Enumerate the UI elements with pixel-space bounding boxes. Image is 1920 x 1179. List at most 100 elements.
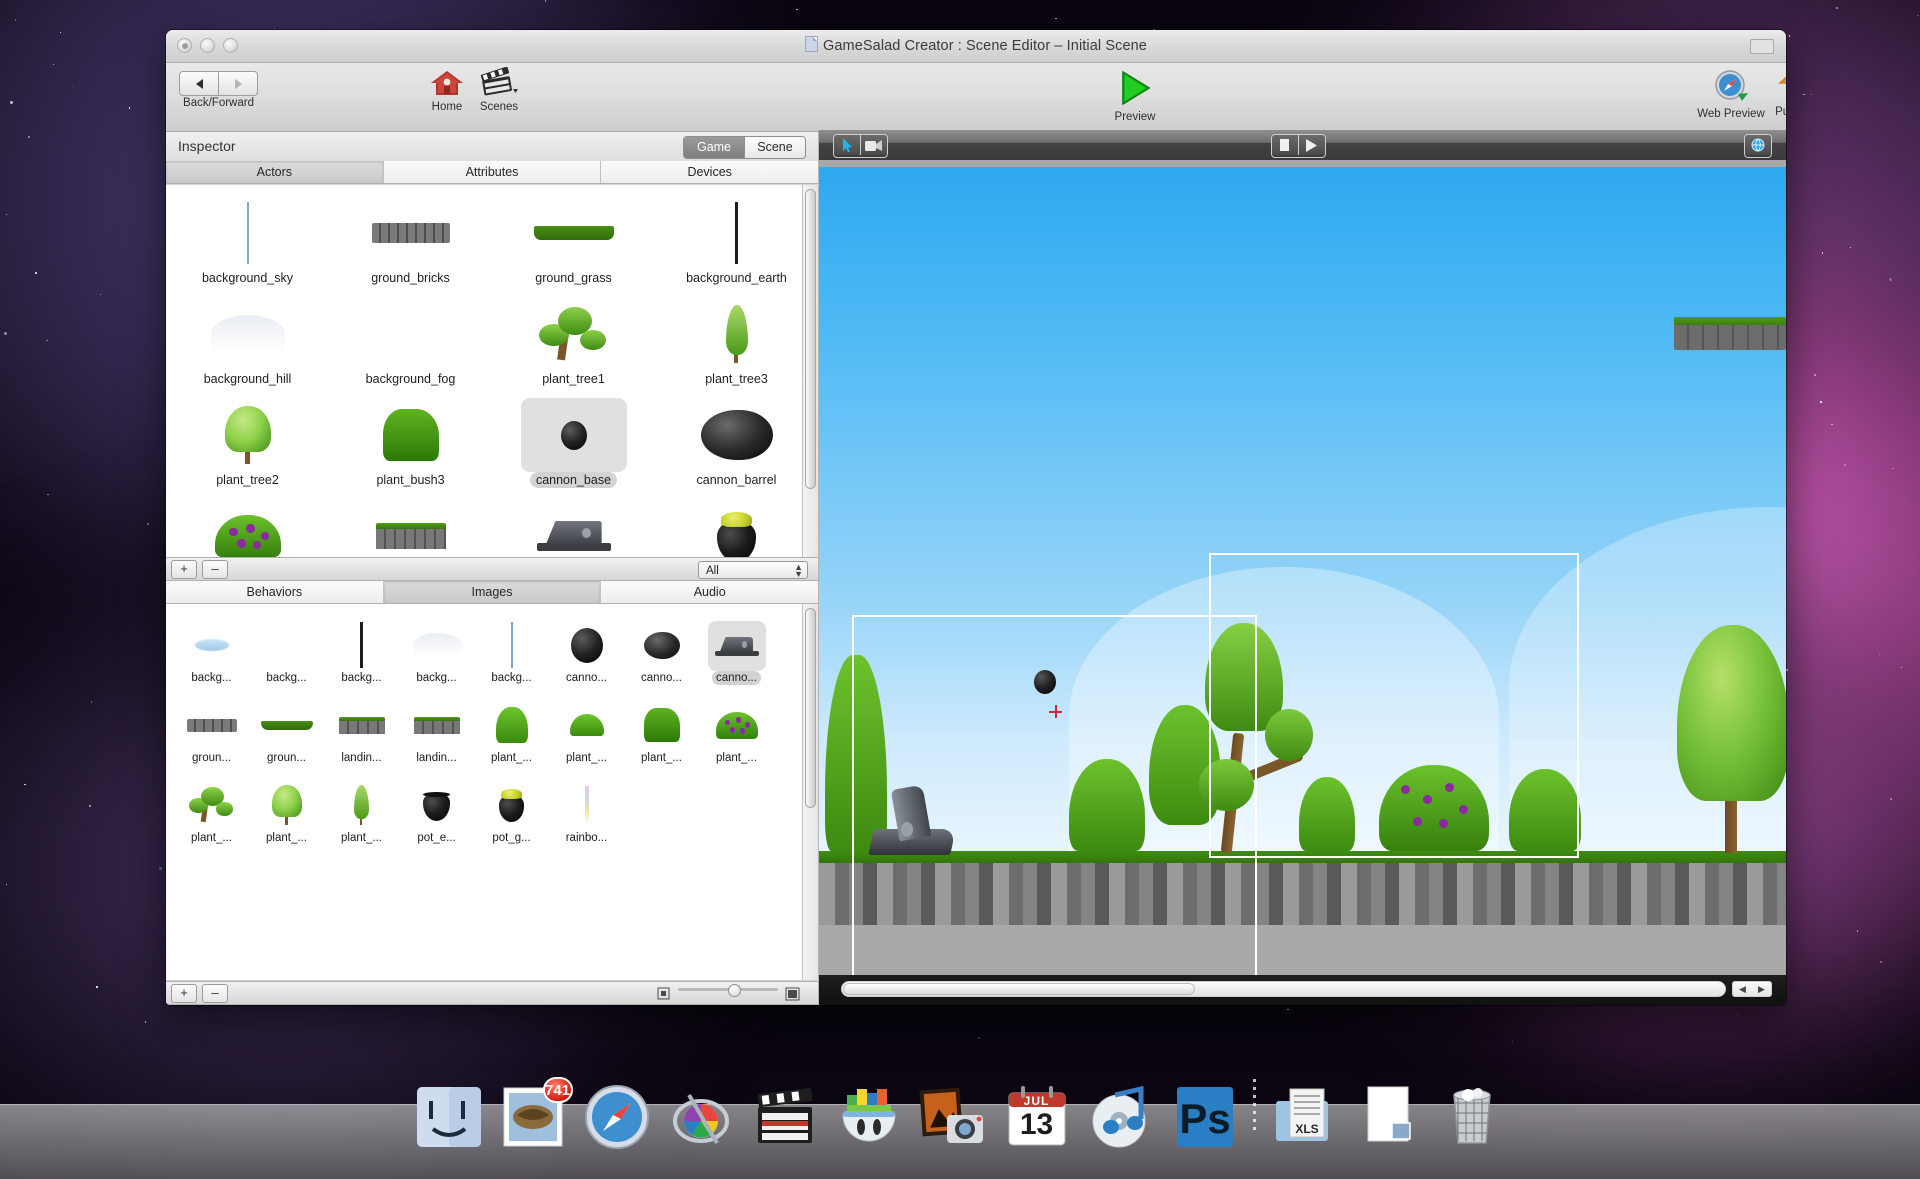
dock-item-trash[interactable] — [1436, 1081, 1508, 1153]
dock-item-final-cut[interactable] — [749, 1081, 821, 1153]
library-item[interactable]: backg... — [249, 610, 324, 690]
actor-cell[interactable]: ground_bricks — [329, 189, 492, 290]
library-item[interactable]: groun... — [249, 690, 324, 770]
actor-cell[interactable]: cannon_barrel — [655, 391, 818, 492]
library-item[interactable]: backg... — [399, 610, 474, 690]
library-item[interactable]: rainbo... — [549, 770, 624, 850]
dock-item-iphoto[interactable] — [917, 1081, 989, 1153]
transport-group[interactable] — [1270, 134, 1326, 158]
dock-item-mail[interactable]: 741 — [497, 1077, 573, 1153]
dock-item-itunes[interactable] — [1085, 1081, 1157, 1153]
library-item[interactable]: pot_e... — [399, 770, 474, 850]
library-item[interactable]: plant_... — [324, 770, 399, 850]
web-preview-button[interactable]: Web Preview — [1688, 68, 1774, 120]
toggle-scene[interactable]: Scene — [744, 137, 805, 158]
dock-item-documents[interactable]: XLS — [1268, 1081, 1340, 1153]
dock-item-ical[interactable]: JUL 13 — [1001, 1081, 1073, 1153]
library-item[interactable]: backg... — [474, 610, 549, 690]
back-forward-control[interactable]: Back/Forward — [179, 71, 258, 109]
inspector-tabs[interactable]: Actors Attributes Devices — [166, 161, 819, 184]
tab-audio[interactable]: Audio — [601, 581, 819, 603]
tab-devices[interactable]: Devices — [601, 161, 819, 183]
toggle-game[interactable]: Game — [684, 137, 744, 158]
library-item[interactable]: plant_... — [474, 690, 549, 770]
library-item[interactable]: plant_... — [549, 690, 624, 770]
actor-cell[interactable]: plant_tree1 — [492, 290, 655, 391]
actors-grid-pane[interactable]: background_sky ground_bricks ground_gras… — [166, 185, 819, 557]
tool-mode-group[interactable] — [833, 134, 888, 158]
scene-platform[interactable] — [1674, 317, 1786, 350]
actor-cell[interactable]: landing_2 — [492, 492, 655, 557]
add-actor-button[interactable]: + — [171, 559, 197, 579]
tab-actors[interactable]: Actors — [166, 161, 384, 183]
library-item[interactable]: pot_g... — [474, 770, 549, 850]
actor-cell[interactable]: plant_tree3 — [655, 290, 818, 391]
library-item[interactable]: landin... — [399, 690, 474, 770]
camera-tool-button[interactable] — [860, 135, 887, 155]
forward-button[interactable] — [219, 71, 258, 96]
actor-cell[interactable]: ground_grass — [492, 189, 655, 290]
dock-item-photoshop[interactable]: Ps — [1169, 1081, 1241, 1153]
library-scroll-thumb[interactable] — [805, 608, 816, 808]
h-scroll-thumb[interactable] — [843, 983, 1195, 995]
library-grid-pane[interactable]: backg... backg... backg... backg... back… — [166, 604, 819, 980]
actors-scrollbar[interactable] — [802, 185, 818, 557]
left-arrow-icon[interactable]: ◀ — [1739, 984, 1746, 995]
game-scene-toggle[interactable]: Game Scene — [683, 136, 806, 159]
scene-horizontal-scroll[interactable]: ◀ ▶ — [819, 975, 1786, 1005]
actor-cell[interactable]: plant_bush3 — [329, 391, 492, 492]
slider-knob[interactable] — [728, 984, 741, 997]
remove-actor-button[interactable]: – — [202, 559, 228, 579]
thumbnail-size-slider[interactable] — [678, 984, 778, 997]
tab-images[interactable]: Images — [383, 581, 602, 603]
h-scroll-track[interactable] — [841, 981, 1726, 997]
dock-item-downloads[interactable] — [1352, 1081, 1424, 1153]
actor-filter-popup[interactable]: All ▲ ▼ — [698, 561, 808, 579]
library-item[interactable]: backg... — [324, 610, 399, 690]
dock-item-safari[interactable] — [581, 1081, 653, 1153]
library-scrollbar[interactable] — [802, 604, 818, 980]
library-item[interactable]: plant_... — [174, 770, 249, 850]
play-button[interactable] — [1297, 135, 1325, 155]
preview-button[interactable]: Preview — [1102, 67, 1168, 123]
actor-cell[interactable]: background_hill — [166, 290, 329, 391]
actor-cell[interactable]: pot_gold — [655, 492, 818, 557]
publish-button[interactable]: Publish — [1764, 68, 1786, 118]
dock-item-isync[interactable] — [665, 1081, 737, 1153]
actor-cell[interactable]: cannon_base — [492, 391, 655, 492]
library-item[interactable]: canno... — [549, 610, 624, 690]
actors-scroll-thumb[interactable] — [805, 189, 816, 489]
scene-bounds-outline[interactable] — [1209, 553, 1579, 858]
add-asset-button[interactable]: + — [171, 983, 197, 1003]
library-item[interactable]: backg... — [174, 610, 249, 690]
actor-cell[interactable]: background_earth — [655, 189, 818, 290]
dock-item-mac-app[interactable] — [833, 1081, 905, 1153]
toolbar-toggle-button[interactable] — [1750, 39, 1774, 54]
scenes-button[interactable]: Scenes — [466, 66, 532, 113]
library-item[interactable]: plant_... — [699, 690, 774, 770]
actor-cell[interactable]: plant_tree2 — [166, 391, 329, 492]
cannon-base-instance[interactable] — [1034, 670, 1056, 694]
library-item[interactable]: landin... — [324, 690, 399, 770]
library-item[interactable]: plant_... — [249, 770, 324, 850]
dock-item-finder[interactable] — [413, 1081, 485, 1153]
actor-cell[interactable]: plant_bush4 — [166, 492, 329, 557]
library-item[interactable]: canno... — [699, 610, 774, 690]
remove-asset-button[interactable]: – — [202, 983, 228, 1003]
scroll-arrows[interactable]: ◀ ▶ — [1732, 981, 1772, 997]
plant-tree2[interactable] — [1671, 625, 1786, 853]
library-item[interactable]: canno... — [624, 610, 699, 690]
scene-canvas[interactable] — [819, 160, 1786, 975]
actor-cell[interactable]: background_fog — [329, 290, 492, 391]
globe-group[interactable] — [1744, 134, 1772, 158]
globe-button[interactable] — [1745, 135, 1771, 155]
library-tabs[interactable]: Behaviors Images Audio — [166, 581, 819, 604]
library-item[interactable]: plant_... — [624, 690, 699, 770]
library-item[interactable]: groun... — [174, 690, 249, 770]
actor-cell[interactable]: landing_1 — [329, 492, 492, 557]
back-button[interactable] — [179, 71, 219, 96]
pointer-tool-button[interactable] — [834, 135, 860, 155]
tab-behaviors[interactable]: Behaviors — [166, 581, 384, 603]
dock-items[interactable]: 741 JUL 13 Ps XLS — [0, 1061, 1920, 1153]
right-arrow-icon[interactable]: ▶ — [1758, 984, 1765, 995]
